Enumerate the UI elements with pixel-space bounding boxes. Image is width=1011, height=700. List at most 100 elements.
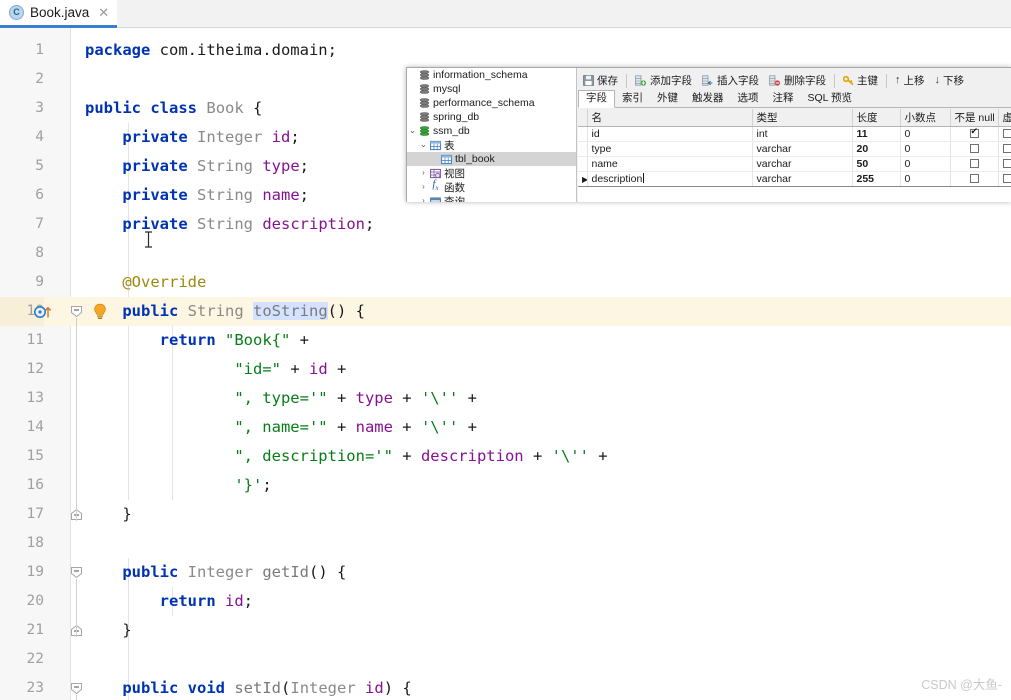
editor-tab-book-java[interactable]: C Book.java ✕ <box>0 0 118 28</box>
table-designer-pane[interactable]: 保存 添加字段 插入字段 删除字段 主键 ↑ 上移 ↓ 下移 字段 索引 外键 触发器 选项 注释 SQL … <box>578 68 1011 202</box>
grid-column-header-名[interactable]: 名 <box>587 109 753 127</box>
database-tree[interactable]: information_schema mysql performance_schem… <box>407 68 577 202</box>
close-icon[interactable]: ✕ <box>98 5 109 21</box>
database-designer-overlay[interactable]: information_schema mysql performance_schem… <box>406 67 1011 202</box>
grid-column-header-类型[interactable]: 类型 <box>752 109 853 127</box>
field-not-null-cell[interactable] <box>950 156 999 172</box>
chevron-right-icon[interactable]: › <box>418 180 429 194</box>
not-null-checkbox[interactable] <box>969 159 979 168</box>
db-tree-item-information_schema[interactable]: information_schema <box>407 68 576 82</box>
code-line[interactable]: 15 ", description='" + description + '\'… <box>0 442 1011 471</box>
fold-collapse-icon[interactable] <box>70 566 83 579</box>
code-line[interactable]: 11 return "Book{" + <box>0 326 1011 355</box>
code-line[interactable]: 14 ", name='" + name + '\'' + <box>0 413 1011 442</box>
chevron-down-icon[interactable]: ⌄ <box>407 124 418 138</box>
code-line[interactable]: 1 package com.itheima.domain; <box>0 36 1011 65</box>
db-tree-item-tbl_book[interactable]: tbl_book <box>407 152 576 166</box>
fold-collapse-icon[interactable] <box>70 682 83 695</box>
field-decimals-cell[interactable]: 0 <box>900 156 951 172</box>
designer-tab-索引[interactable]: 索引 <box>615 91 650 107</box>
db-tree-item-查询[interactable]: › 查询 <box>407 194 576 202</box>
code-line[interactable]: 21 } <box>0 616 1011 645</box>
field-row[interactable]: ▶descriptionvarchar2550 <box>578 171 1011 187</box>
toolbar-button-insert-field[interactable]: 插入字段 <box>697 72 764 89</box>
designer-tab-SQL 预览[interactable]: SQL 预览 <box>801 91 860 107</box>
toolbar-button-save[interactable]: 保存 <box>578 72 623 89</box>
code-line[interactable]: 23 public void setId(Integer id) { <box>0 674 1011 700</box>
field-name-cell[interactable]: name <box>587 156 753 172</box>
db-tree-item-函数[interactable]: › fx 函数 <box>407 179 576 194</box>
fields-grid[interactable]: 名类型长度小数点不是 null虚拟 idint110typevarchar200… <box>578 109 1011 202</box>
field-virtual-cell[interactable] <box>998 141 1011 157</box>
code-line[interactable]: 10 public String toString() { <box>0 297 1011 326</box>
code-line[interactable]: 18 <box>0 529 1011 558</box>
field-row[interactable]: id int 11 0 <box>578 126 1011 142</box>
field-decimals-cell[interactable]: 0 <box>900 141 951 157</box>
field-type-cell[interactable]: varchar <box>752 156 853 172</box>
code-line[interactable]: 9 @Override <box>0 268 1011 297</box>
virtual-checkbox[interactable] <box>1002 129 1011 138</box>
field-name-cell[interactable]: id <box>587 126 753 142</box>
virtual-checkbox[interactable] <box>1002 174 1011 183</box>
db-tree-item-表[interactable]: ⌄ 表 <box>407 138 576 152</box>
field-not-null-cell[interactable] <box>950 171 999 187</box>
toolbar-button-label: 下移 <box>943 75 964 87</box>
code-line[interactable]: 16 '}'; <box>0 471 1011 500</box>
toolbar-button-move-up[interactable]: ↑ 上移 <box>890 72 930 89</box>
not-null-checkbox[interactable] <box>969 144 979 153</box>
field-virtual-cell[interactable] <box>998 171 1011 187</box>
field-name-cell[interactable]: type <box>587 141 753 157</box>
grid-column-header-虚拟[interactable]: 虚拟 <box>998 109 1011 127</box>
field-type-cell[interactable]: varchar <box>752 141 853 157</box>
toolbar-button-primary-key[interactable]: 主键 <box>838 72 883 89</box>
field-length-cell[interactable]: 20 <box>852 141 901 157</box>
fold-collapse-icon[interactable] <box>70 305 83 318</box>
field-length-cell[interactable]: 11 <box>852 126 901 142</box>
field-not-null-cell[interactable] <box>950 141 999 157</box>
field-length-cell[interactable]: 50 <box>852 156 901 172</box>
grid-column-header-不是 null[interactable]: 不是 null <box>950 109 999 127</box>
db-tree-item-mysql[interactable]: mysql <box>407 82 576 96</box>
designer-tab-选项[interactable]: 选项 <box>731 91 766 107</box>
chevron-right-icon[interactable]: › <box>418 194 429 202</box>
field-virtual-cell[interactable] <box>998 156 1011 172</box>
code-line[interactable]: 19 public Integer getId() { <box>0 558 1011 587</box>
field-name-cell[interactable]: description <box>587 171 753 187</box>
db-tree-item-performance_schema[interactable]: performance_schema <box>407 96 576 110</box>
db-tree-item-spring_db[interactable]: spring_db <box>407 110 576 124</box>
code-line[interactable]: 12 "id=" + id + <box>0 355 1011 384</box>
field-decimals-cell[interactable]: 0 <box>900 171 951 187</box>
grid-column-header-长度[interactable]: 长度 <box>852 109 901 127</box>
virtual-checkbox[interactable] <box>1002 144 1011 153</box>
not-null-checkbox[interactable] <box>969 127 979 138</box>
virtual-checkbox[interactable] <box>1002 159 1011 168</box>
field-type-cell[interactable]: int <box>752 126 853 142</box>
field-row[interactable]: type varchar 20 0 <box>578 141 1011 157</box>
code-line[interactable]: 20 return id; <box>0 587 1011 616</box>
not-null-checkbox[interactable] <box>969 174 979 183</box>
toolbar-button-move-down[interactable]: ↓ 下移 <box>930 72 970 89</box>
field-length-cell[interactable]: 255 <box>852 171 901 187</box>
field-row[interactable]: name varchar 50 0 <box>578 156 1011 172</box>
designer-tab-触发器[interactable]: 触发器 <box>685 91 731 107</box>
chevron-down-icon[interactable]: ⌄ <box>418 138 429 152</box>
code-line[interactable]: 22 <box>0 645 1011 674</box>
grid-column-header-小数点[interactable]: 小数点 <box>900 109 951 127</box>
field-virtual-cell[interactable] <box>998 126 1011 142</box>
toolbar-button-add-field[interactable]: 添加字段 <box>630 72 697 89</box>
code-text: return "Book{" + <box>159 331 309 349</box>
designer-tab-外键[interactable]: 外键 <box>650 91 685 107</box>
lightbulb-icon[interactable] <box>92 303 108 321</box>
field-type-cell[interactable]: varchar <box>752 171 853 187</box>
fields-grid-body[interactable]: idint110typevarchar200namevarchar500▶des… <box>578 126 1011 187</box>
db-tree-item-ssm_db[interactable]: ⌄ ssm_db <box>407 124 576 138</box>
designer-tab-注释[interactable]: 注释 <box>766 91 801 107</box>
toolbar-button-delete-field[interactable]: 删除字段 <box>764 72 831 89</box>
code-line[interactable]: 13 ", type='" + type + '\'' + <box>0 384 1011 413</box>
field-decimals-cell[interactable]: 0 <box>900 126 951 142</box>
override-method-icon[interactable] <box>34 305 54 319</box>
chevron-right-icon[interactable]: › <box>418 166 429 180</box>
designer-tab-字段[interactable]: 字段 <box>578 90 615 108</box>
field-not-null-cell[interactable] <box>950 126 999 142</box>
code-line[interactable]: 17 } <box>0 500 1011 529</box>
